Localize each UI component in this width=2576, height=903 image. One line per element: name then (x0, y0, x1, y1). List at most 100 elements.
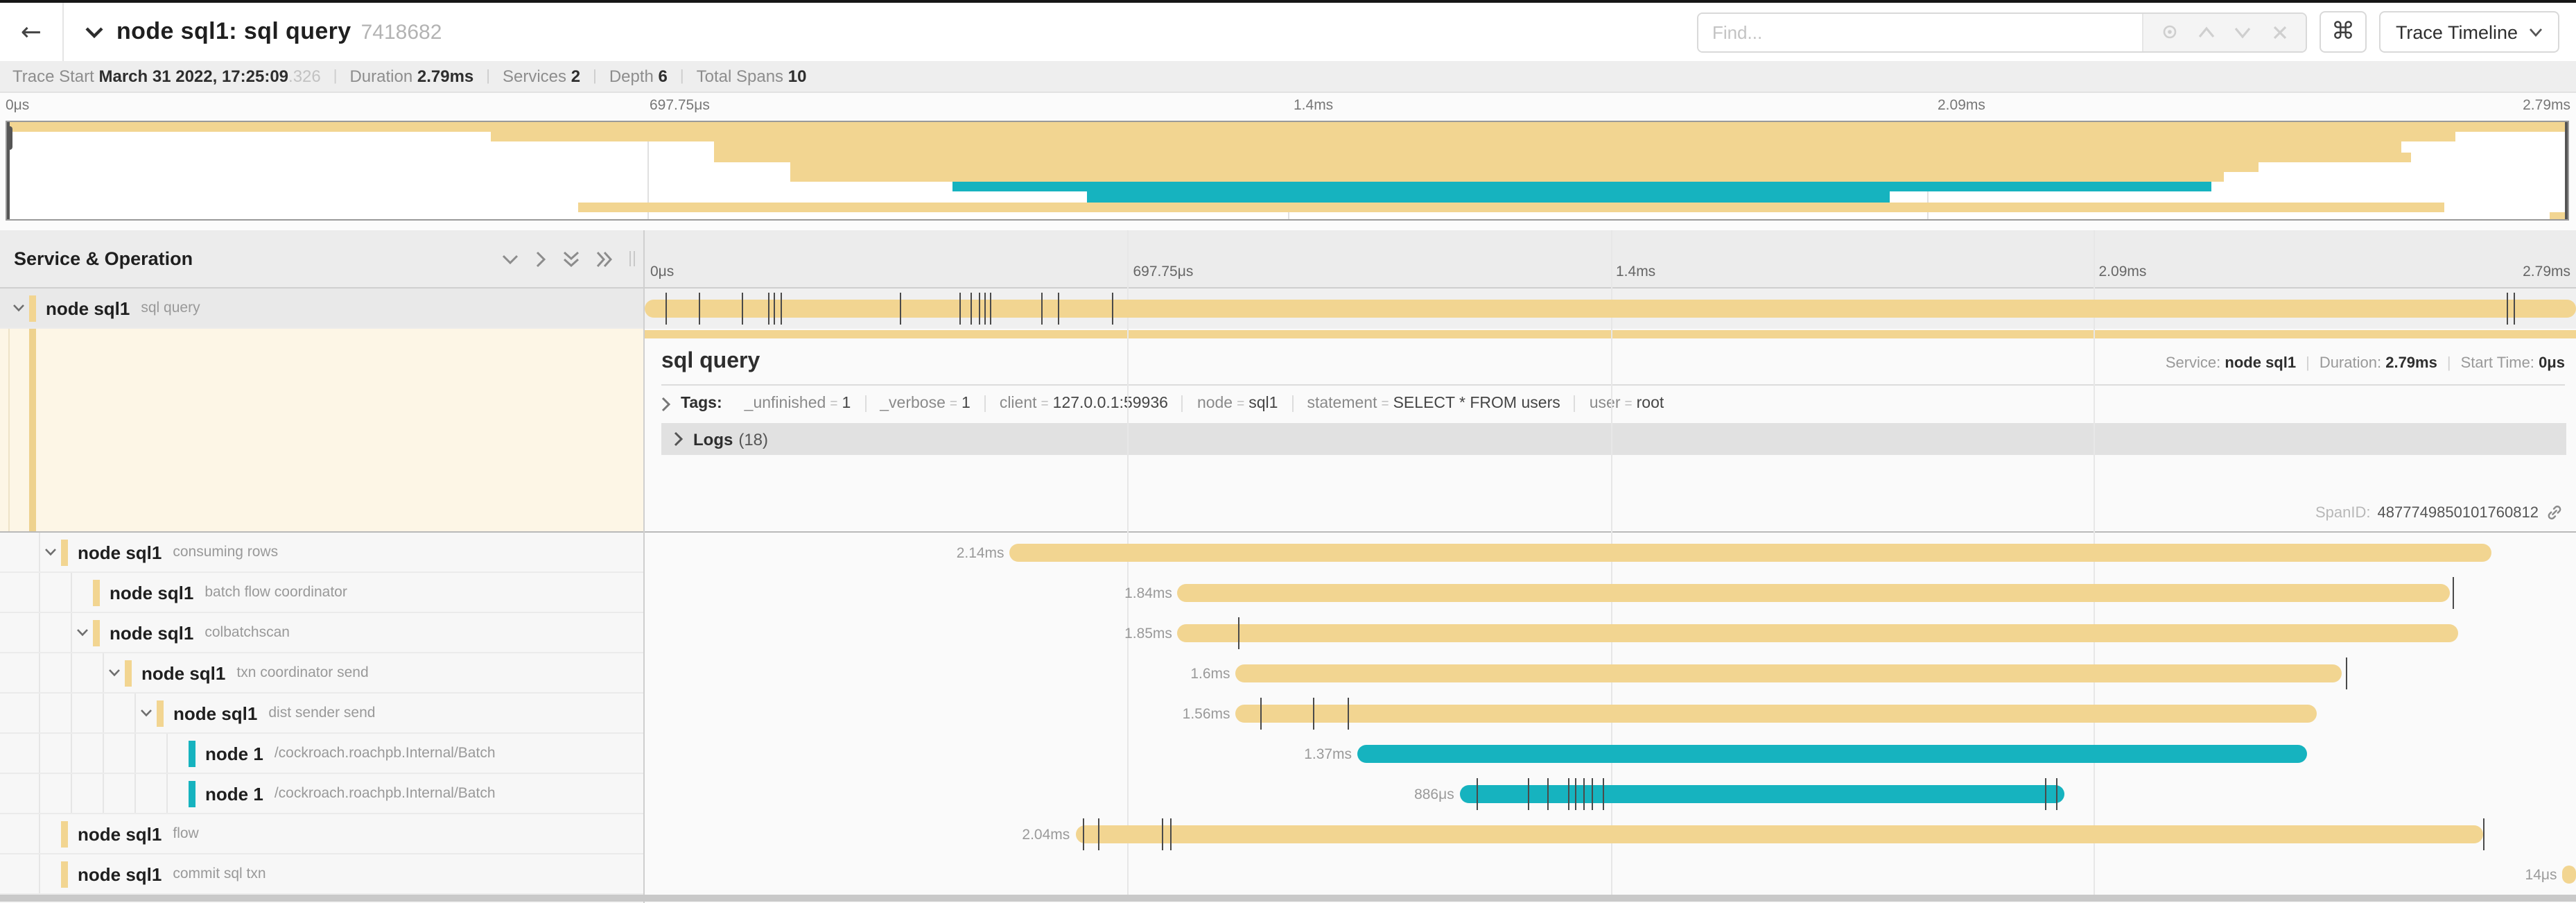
service-color-bar (29, 295, 36, 321)
span-tree-row[interactable]: node sql1sql query (0, 289, 643, 329)
span-duration-label: 1.6ms (1190, 666, 1235, 682)
span-tree-row[interactable]: node 1/cockroach.roachpb.Internal/Batch (0, 774, 643, 814)
span-bar[interactable] (2562, 866, 2576, 884)
trace-timeline-section: Service & Operation (0, 230, 2576, 903)
summary-separator: | (333, 68, 338, 85)
tag-equals: = (830, 397, 837, 412)
span-log-tick (900, 293, 901, 325)
detail-row-left-pane (0, 329, 643, 533)
span-log-tick (1099, 818, 1100, 850)
collapse-all-icon[interactable] (563, 250, 580, 267)
summary-item: Total Spans 10 (697, 67, 807, 86)
find-suffix-controls (2142, 13, 2306, 51)
collapse-one-icon[interactable] (502, 253, 519, 264)
find-clear-icon[interactable] (2269, 21, 2291, 43)
minimap-span-band (790, 172, 2225, 182)
service-color-bar (125, 660, 132, 686)
expand-one-icon[interactable] (535, 250, 546, 267)
horizontal-scrollbar[interactable] (0, 895, 2576, 902)
service-name: node sql1 (78, 863, 162, 884)
tags-expand-icon[interactable] (661, 396, 671, 411)
span-bar[interactable] (1010, 544, 2491, 562)
minimap-tick-label: 1.4ms (1294, 97, 1333, 114)
tag-value: root (1637, 395, 1664, 412)
span-collapse-chevron-icon[interactable] (136, 709, 157, 717)
back-button[interactable]: ← (0, 3, 64, 61)
logs-label: Logs (693, 429, 733, 449)
span-tree-row[interactable]: node 1/cockroach.roachpb.Internal/Batch (0, 734, 643, 774)
indent-guide (104, 734, 136, 773)
span-tree-row[interactable]: node sql1consuming rows (0, 533, 643, 573)
span-id-row: SpanID: 4877749850101760812 (2315, 504, 2564, 522)
minimap-canvas[interactable] (6, 121, 2569, 221)
expand-all-icon[interactable] (596, 250, 613, 267)
indent-guide (136, 774, 168, 813)
span-log-tick (2514, 293, 2516, 325)
detail-meta-item: Service: node sql1 (2166, 355, 2296, 372)
span-bar[interactable] (1236, 705, 2317, 723)
operation-name: consuming rows (173, 544, 278, 560)
span-log-tick (1041, 293, 1042, 325)
find-locate-icon[interactable] (2158, 21, 2180, 43)
span-log-tick (1477, 778, 1479, 810)
span-bar[interactable] (1075, 825, 2483, 843)
indent-guide (40, 774, 72, 813)
minimap-left-scrubber[interactable] (7, 122, 10, 219)
minimap-tick-label: 2.79ms (2523, 97, 2570, 114)
find-next-icon[interactable] (2232, 21, 2254, 43)
trace-id-short: 7418682 (361, 20, 442, 44)
deep-link-icon[interactable] (2545, 504, 2564, 522)
service-color-bar (61, 820, 68, 847)
span-tree-row[interactable]: node sql1colbatchscan (0, 613, 643, 653)
span-collapse-chevron-icon[interactable] (104, 669, 125, 677)
logs-row[interactable]: Logs (18) (661, 423, 2566, 455)
span-tree-row[interactable]: node sql1batch flow coordinator (0, 573, 643, 613)
tag-item: node=sql1 (1183, 395, 1294, 412)
ruler-tick-label: 2.79ms (2523, 264, 2570, 280)
minimap-right-scrubber[interactable] (2565, 122, 2568, 219)
span-bar[interactable] (1460, 785, 2064, 803)
span-tree-row[interactable]: node sql1flow (0, 814, 643, 854)
span-log-tick (2057, 778, 2058, 810)
service-color-bar (93, 619, 100, 646)
span-bar[interactable] (645, 300, 2576, 318)
span-collapse-chevron-icon[interactable] (8, 304, 29, 312)
service-color-bar (61, 539, 68, 565)
keyboard-shortcuts-button[interactable]: ⌘ (2320, 11, 2367, 53)
span-tree-row[interactable]: node sql1txn coordinator send (0, 653, 643, 694)
span-tree-row[interactable]: node sql1commit sql txn (0, 854, 643, 895)
indent-guide (8, 653, 40, 692)
tag-key: node (1197, 395, 1233, 412)
span-bar[interactable] (1236, 664, 2342, 682)
service-name: node sql1 (78, 823, 162, 844)
tag-value: SELECT * FROM users (1393, 395, 1560, 412)
tree-toolbar (502, 250, 613, 267)
span-log-tick (1591, 778, 1592, 810)
span-bar[interactable] (1178, 624, 2458, 642)
indent-guide (8, 854, 40, 893)
summary-separator: | (593, 68, 597, 85)
span-bar[interactable] (1178, 584, 2451, 602)
trace-title-group[interactable]: node sql1: sql query 7418682 (85, 18, 442, 46)
view-options-button[interactable]: Trace Timeline (2379, 11, 2559, 53)
find-input[interactable] (1698, 13, 2142, 51)
jaeger-trace-page: ← node sql1: sql query 7418682 (0, 0, 2576, 903)
span-tree-row[interactable]: node sql1dist sender send (0, 694, 643, 734)
indent-guide (40, 613, 72, 652)
tag-value: sql1 (1248, 395, 1278, 412)
operation-name: dist sender send (268, 705, 375, 721)
service-color-bar (157, 700, 164, 726)
span-bar[interactable] (1357, 745, 2308, 763)
logs-expand-icon[interactable] (674, 431, 684, 447)
meta-separator: | (2306, 355, 2310, 372)
service-color-bar (61, 861, 68, 887)
tag-key: user (1590, 395, 1621, 412)
tag-value: 1 (961, 395, 971, 412)
span-collapse-chevron-icon[interactable] (40, 548, 61, 556)
minimap-span-band (578, 202, 2445, 212)
scrubber-grip[interactable] (6, 126, 12, 150)
column-resizer[interactable] (629, 251, 635, 266)
span-collapse-chevron-icon[interactable] (72, 628, 93, 637)
find-prev-icon[interactable] (2195, 21, 2217, 43)
collapse-trace-chevron-icon[interactable] (85, 26, 104, 38)
